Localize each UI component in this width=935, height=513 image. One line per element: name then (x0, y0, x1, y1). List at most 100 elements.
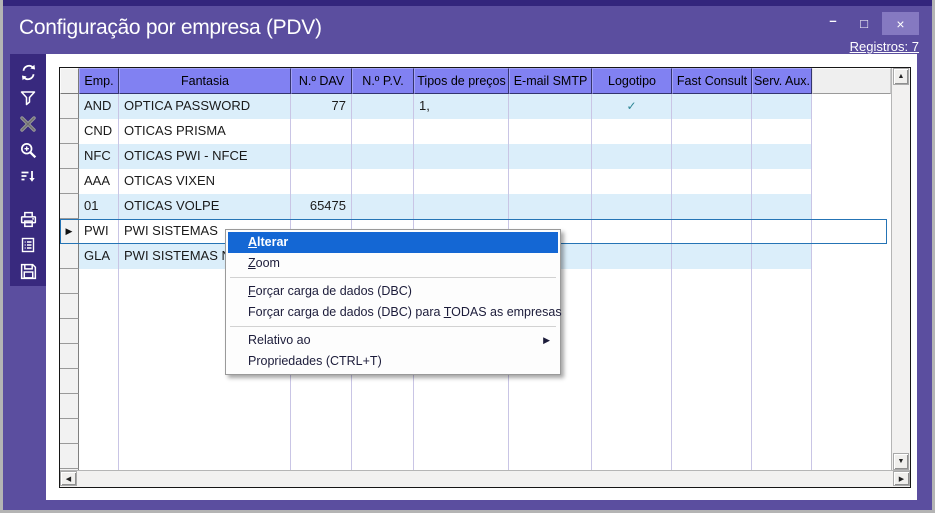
cell-serv-aux (752, 169, 812, 194)
row-indicator-cell (60, 194, 79, 219)
cell-fantasia: OTICAS PRISMA (119, 119, 291, 144)
scroll-up-icon: ▲ (898, 73, 905, 80)
menu-item-label: Relativo ao (248, 333, 311, 347)
cell-n-dav (291, 144, 352, 169)
cell-e-mail-smtp (509, 194, 592, 219)
menu-item-label: Forçar carga de dados (DBC) para TODAS a… (248, 305, 562, 319)
cancel-icon (19, 115, 37, 133)
registros-link[interactable]: Registros: 7 (850, 39, 919, 54)
cell-serv-aux (752, 194, 812, 219)
menu-item-for-ar-carga-de-dados-dbc[interactable]: Forçar carga de dados (DBC) (228, 281, 558, 302)
cell-n-dav (291, 169, 352, 194)
zoom-icon (19, 141, 38, 160)
row-indicator-cell (60, 144, 79, 169)
menu-separator (230, 326, 556, 327)
column-header-serv-aux[interactable]: Serv. Aux. (752, 68, 812, 94)
cell-e-mail-smtp (509, 119, 592, 144)
menu-item-for-ar-carga-de-dados-dbc-para-todas-as-empresas[interactable]: Forçar carga de dados (DBC) para TODAS a… (228, 302, 558, 323)
cell-fantasia: OTICAS VOLPE (119, 194, 291, 219)
sort-button[interactable] (14, 163, 42, 189)
menu-item-zoom[interactable]: Zoom (228, 253, 558, 274)
report-button[interactable] (14, 232, 42, 258)
refresh-button[interactable] (14, 59, 42, 85)
maximize-icon: □ (860, 16, 868, 31)
row-indicator-cell (60, 244, 79, 269)
table-row[interactable]: 01OTICAS VOLPE65475 (60, 194, 812, 219)
column-header-e-mail-smtp[interactable]: E-mail SMTP (509, 68, 592, 94)
context-menu: AlterarZoomForçar carga de dados (DBC)Fo… (225, 229, 561, 375)
cell-serv-aux (752, 244, 812, 269)
row-indicator-cell (60, 319, 79, 344)
cell-n-p-v (352, 144, 414, 169)
column-header-tipos-de-pre-os[interactable]: Tipos de preços (414, 68, 509, 94)
cell-serv-aux (752, 219, 812, 244)
row-indicator-cell: ▶ (60, 219, 79, 244)
scroll-left-button[interactable]: ◀ (60, 471, 77, 486)
column-header-n-dav[interactable]: N.º DAV (291, 68, 352, 94)
table-row[interactable]: ANDOPTICA PASSWORD771,✓ (60, 94, 812, 119)
print-icon (19, 210, 38, 229)
close-button[interactable]: × (882, 12, 919, 35)
cancel-button[interactable] (14, 111, 42, 137)
horizontal-scrollbar[interactable]: ◀ ▶ (60, 470, 910, 487)
mnemonic-underline: F (248, 284, 256, 298)
sort-down-icon (19, 167, 37, 185)
menu-item-label: Propriedades (CTRL+T) (248, 354, 382, 368)
filter-button[interactable] (14, 85, 42, 111)
zoom-button[interactable] (14, 137, 42, 163)
table-row[interactable]: AAAOTICAS VIXEN (60, 169, 812, 194)
cell-tipos-de-pre-os (414, 119, 509, 144)
menu-item-alterar[interactable]: Alterar (228, 232, 558, 253)
refresh-icon (19, 63, 38, 82)
cell-fantasia: OPTICA PASSWORD (119, 94, 291, 119)
cell-fast-consult (672, 194, 752, 219)
scroll-up-button[interactable]: ▲ (893, 68, 909, 85)
scroll-down-icon: ▼ (898, 458, 905, 465)
submenu-arrow-icon: ▶ (543, 330, 550, 351)
column-header-n-p-v[interactable]: N.º P.V. (352, 68, 414, 94)
cell-fast-consult (672, 144, 752, 169)
scroll-down-button[interactable]: ▼ (893, 453, 909, 470)
cell-tipos-de-pre-os: 1, (414, 94, 509, 119)
row-indicator-cell (60, 444, 79, 469)
save-button[interactable] (14, 258, 42, 284)
column-header-logotipo[interactable]: Logotipo (592, 68, 672, 94)
print-button[interactable] (14, 206, 42, 232)
table-row[interactable]: NFCOTICAS PWI - NFCE (60, 144, 812, 169)
table-row[interactable]: CNDOTICAS PRISMA (60, 119, 812, 144)
cell-logotipo: ✓ (592, 94, 672, 119)
cell-tipos-de-pre-os (414, 144, 509, 169)
menu-item-propriedades-ctrl-t[interactable]: Propriedades (CTRL+T) (228, 351, 558, 372)
mnemonic-underline: T (444, 305, 451, 319)
vertical-scrollbar[interactable]: ▲ ▼ (891, 68, 910, 470)
cell-n-dav (291, 119, 352, 144)
column-header-fantasia[interactable]: Fantasia (119, 68, 291, 94)
row-indicator-cell (60, 369, 79, 394)
desktop-background: { "window": { "title": "Configuração por… (0, 0, 935, 513)
cell-logotipo (592, 144, 672, 169)
title-bar[interactable]: Configuração por empresa (PDV) –□× Regis… (3, 6, 932, 54)
cell-fast-consult (672, 244, 752, 269)
cell-fantasia: OTICAS PWI - NFCE (119, 144, 291, 169)
column-header-filler (812, 68, 891, 94)
maximize-button[interactable]: □ (851, 12, 877, 35)
cell-fast-consult (672, 119, 752, 144)
minimize-button[interactable]: – (820, 12, 846, 35)
scroll-right-button[interactable]: ▶ (893, 471, 910, 486)
cell-fast-consult (672, 169, 752, 194)
save-icon (19, 262, 38, 281)
cell-fantasia: OTICAS VIXEN (119, 169, 291, 194)
menu-item-relativo-ao[interactable]: Relativo ao ▶ (228, 330, 558, 351)
cell-emp: 01 (79, 194, 119, 219)
cell-emp: PWI (79, 219, 119, 244)
row-indicator-cell (60, 344, 79, 369)
minimize-icon: – (829, 13, 836, 28)
cell-fast-consult (672, 219, 752, 244)
cell-n-p-v (352, 169, 414, 194)
column-header-fast-consult[interactable]: Fast Consult (672, 68, 752, 94)
cell-emp: GLA (79, 244, 119, 269)
menu-item-label: Alterar (248, 235, 288, 249)
column-header-emp[interactable]: Emp. (79, 68, 119, 94)
cell-logotipo (592, 244, 672, 269)
menu-separator (230, 277, 556, 278)
